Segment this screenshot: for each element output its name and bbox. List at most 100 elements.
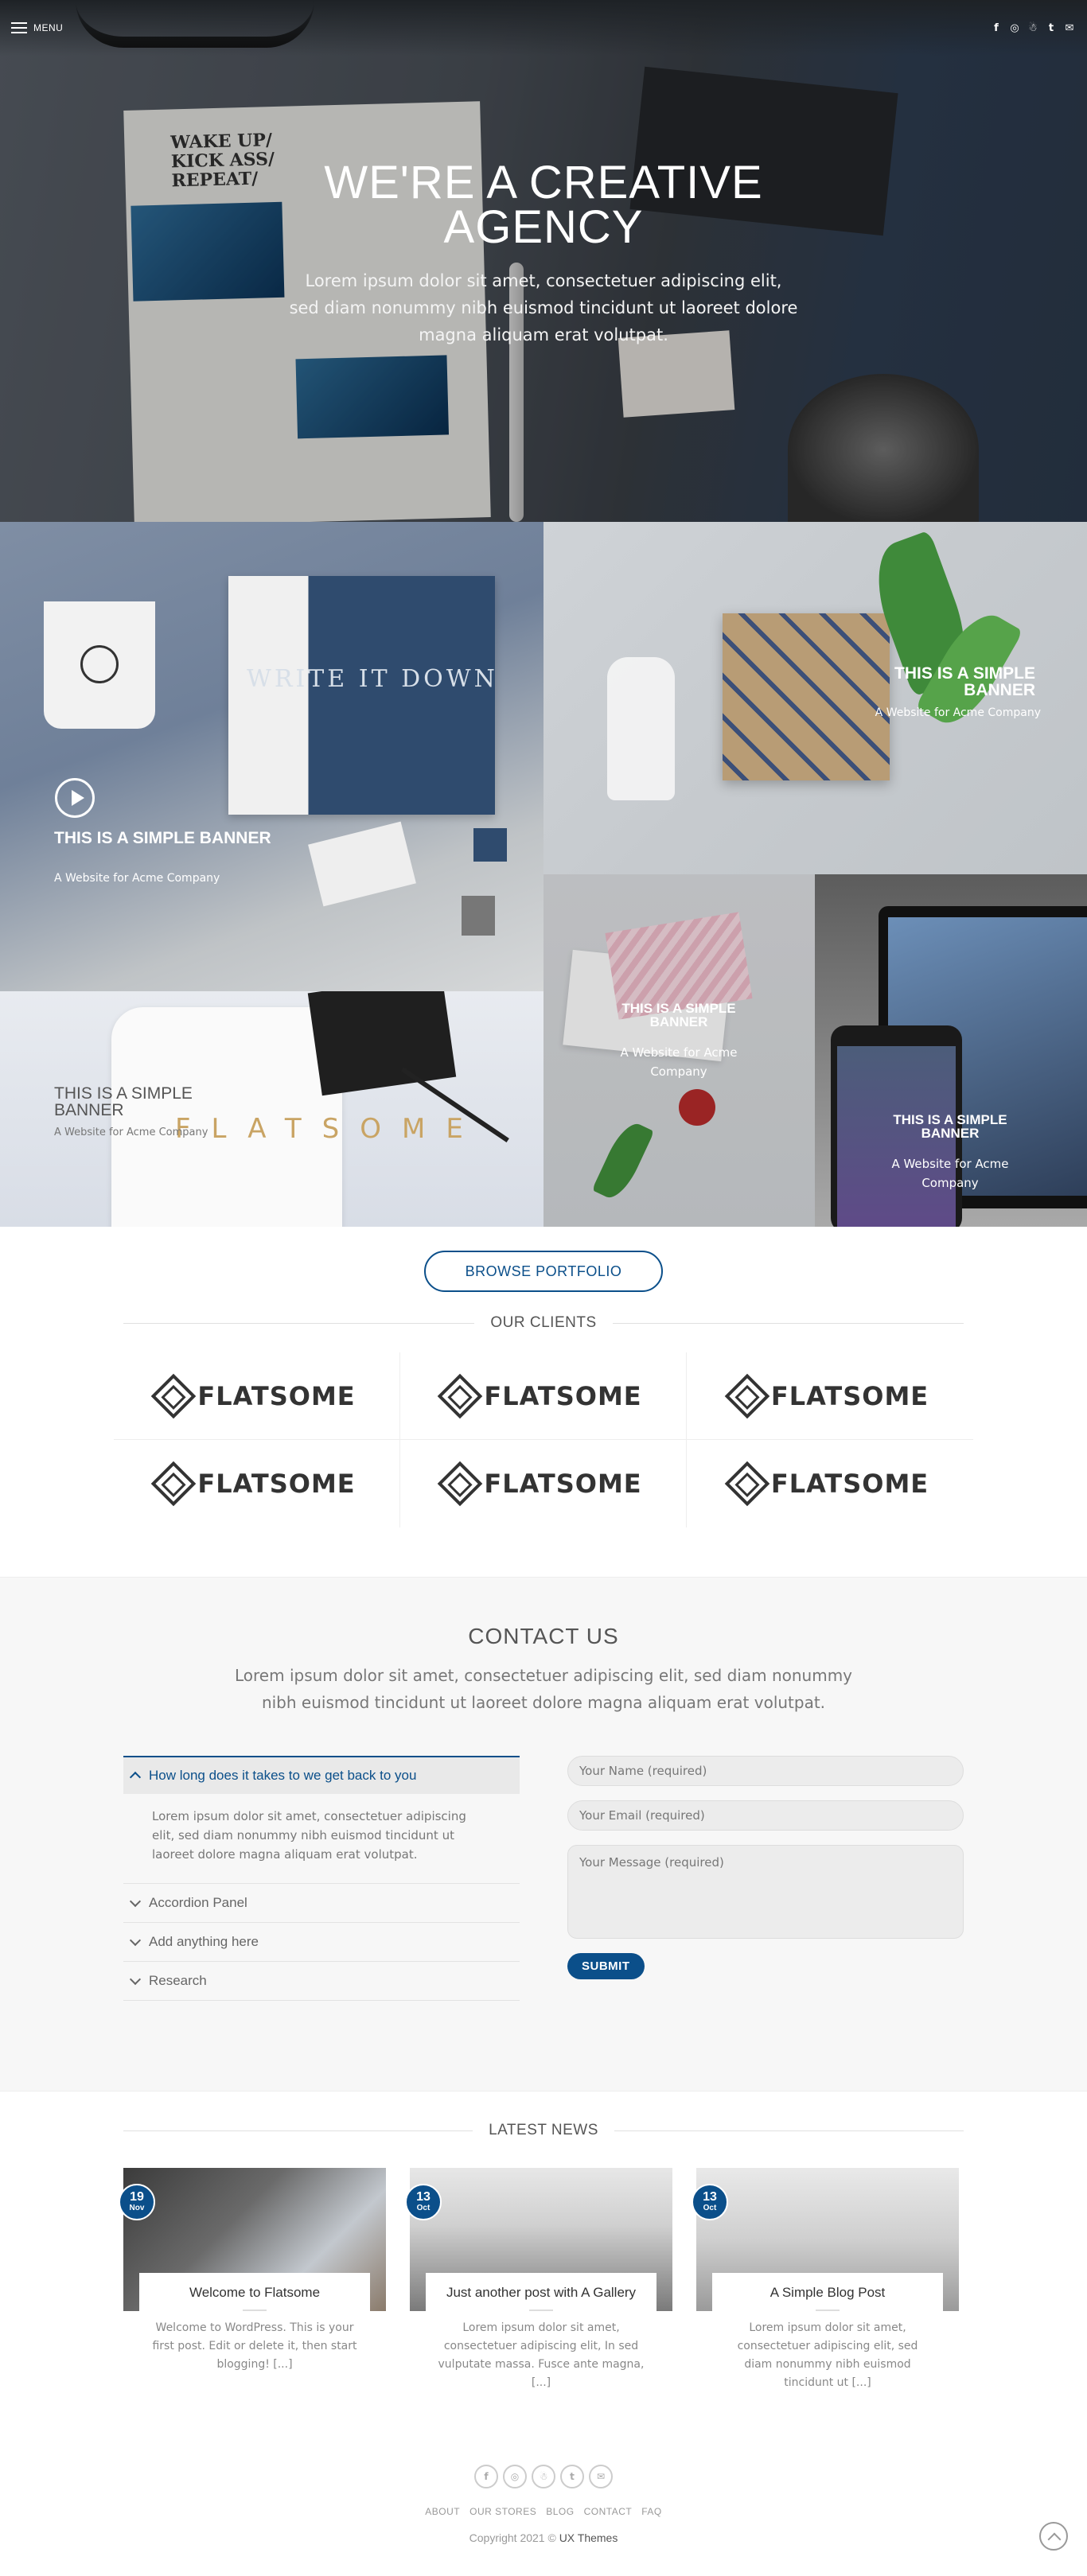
post-title[interactable]: Just another post with A Gallery — [437, 2284, 645, 2302]
news-title: LATEST NEWS — [489, 2122, 598, 2138]
submit-button[interactable]: SUBMIT — [567, 1953, 645, 1979]
footer-link-our-stores[interactable]: OUR STORES — [469, 2506, 536, 2517]
hero-title: WE'RE A CREATIVE AGENCY — [0, 160, 1087, 253]
post-excerpt: Lorem ipsum dolor sit amet, consectetuer… — [438, 2321, 645, 2389]
client-logo-grid: FLATSOME FLATSOME FLATSOME FLATSOME FLAT… — [114, 1352, 973, 1527]
client-logo[interactable]: FLATSOME — [687, 1440, 973, 1527]
play-icon[interactable] — [55, 778, 95, 818]
copyright-text: Copyright 2021 © — [469, 2531, 556, 2544]
post-box: A Simple Blog Post Lorem ipsum dolor sit… — [712, 2273, 943, 2392]
banner-subtitle: A Website for Acme Company — [620, 1045, 738, 1079]
divider — [243, 2309, 267, 2311]
footer-link-blog[interactable]: BLOG — [546, 2506, 574, 2517]
post-title[interactable]: Welcome to Flatsome — [150, 2284, 359, 2302]
post-card[interactable]: 13 Oct Just another post with A Gallery … — [405, 2168, 672, 2392]
banner-1-mug-logo — [80, 645, 119, 683]
footer-link-about[interactable]: ABOUT — [425, 2506, 460, 2517]
post-month: Nov — [129, 2204, 145, 2212]
back-to-top-icon[interactable] — [1039, 2522, 1068, 2551]
menu-label: MENU — [33, 22, 64, 33]
facebook-icon[interactable]: f — [474, 2465, 498, 2488]
client-logo[interactable]: FLATSOME — [114, 1352, 400, 1440]
banner-subtitle: A Website for Acme Company — [875, 706, 1041, 719]
email-icon[interactable]: ✉ — [589, 2465, 613, 2488]
client-logo[interactable]: FLATSOME — [400, 1440, 687, 1527]
clients-section: OUR CLIENTS FLATSOME FLATSOME FLATSOME F… — [0, 1314, 1087, 1577]
contact-form: Your Name (required) Your Email (require… — [567, 1756, 964, 2001]
post-date-badge: 13 Oct — [405, 2184, 442, 2220]
email-field[interactable]: Your Email (required) — [567, 1800, 964, 1831]
contact-section: CONTACT US Lorem ipsum dolor sit amet, c… — [0, 1577, 1087, 2091]
flatsome-logo-icon — [151, 1461, 197, 1507]
divider — [612, 1322, 964, 1324]
instagram-icon[interactable]: ◎ — [1008, 21, 1021, 34]
post-list: 19 Nov Welcome to Flatsome Welcome to Wo… — [119, 2168, 964, 2392]
footer-social-icons: f ◎ ☃ t ✉ — [0, 2441, 1087, 2488]
accordion-title: Accordion Panel — [149, 1895, 247, 1910]
post-date-badge: 13 Oct — [692, 2184, 728, 2220]
hero-section: WAKE UP/ KICK ASS/ REPEAT/ MENU f ◎ ☃ t … — [0, 0, 1087, 522]
client-logo[interactable]: FLATSOME — [114, 1440, 400, 1527]
banner-2[interactable]: THIS IS A SIMPLE BANNER A Website for Ac… — [544, 522, 1087, 874]
post-month: Oct — [416, 2204, 431, 2212]
banner-4[interactable]: THIS IS A SIMPLE BANNER A Website for Ac… — [544, 874, 815, 1227]
footer-link-faq[interactable]: FAQ — [641, 2506, 662, 2517]
top-bar: MENU f ◎ ☃ t ✉ — [0, 0, 1087, 56]
hamburger-icon — [11, 22, 27, 33]
copyright: Copyright 2021 © UX Themes — [0, 2531, 1087, 2544]
footer-link-contact[interactable]: CONTACT — [584, 2506, 633, 2517]
copyright-brand[interactable]: UX Themes — [559, 2531, 618, 2544]
banner-1-book — [228, 576, 495, 815]
post-card[interactable]: 13 Oct A Simple Blog Post Lorem ipsum do… — [692, 2168, 959, 2392]
client-logo-text: FLATSOME — [770, 1469, 929, 1499]
post-day: 19 — [130, 2190, 144, 2204]
banner-5[interactable]: THIS IS A SIMPLE BANNER A Website for Ac… — [815, 874, 1087, 1227]
hero-title-line2: AGENCY — [443, 201, 644, 253]
post-date-badge: 19 Nov — [119, 2184, 155, 2220]
flatsome-logo-icon — [724, 1373, 770, 1418]
divider — [529, 2309, 553, 2311]
twitter-icon[interactable]: t — [1045, 21, 1058, 34]
client-logo[interactable]: FLATSOME — [400, 1352, 687, 1440]
facebook-icon[interactable]: f — [990, 21, 1003, 34]
client-logo-text: FLATSOME — [484, 1380, 642, 1411]
banner-subtitle: A Website for Acme Company — [54, 1127, 208, 1138]
accordion-header[interactable]: Add anything here — [123, 1923, 520, 1961]
snapchat-icon[interactable]: ☃ — [532, 2465, 555, 2488]
accordion-body: Lorem ipsum dolor sit amet, consectetuer… — [152, 1809, 466, 1862]
twitter-icon[interactable]: t — [560, 2465, 584, 2488]
client-logo-text: FLATSOME — [197, 1469, 356, 1499]
client-logo-text: FLATSOME — [770, 1380, 929, 1411]
contact-lead: Lorem ipsum dolor sit amet, consectetuer… — [234, 1666, 853, 1712]
name-field[interactable]: Your Name (required) — [567, 1756, 964, 1786]
email-icon[interactable]: ✉ — [1063, 21, 1076, 34]
accordion-header[interactable]: Accordion Panel — [123, 1884, 520, 1922]
flatsome-logo-icon — [438, 1461, 483, 1507]
browse-portfolio-button[interactable]: BROWSE PORTFOLIO — [424, 1251, 663, 1292]
header-social-icons: f ◎ ☃ t ✉ — [990, 21, 1076, 34]
accordion: How long does it takes to we get back to… — [123, 1756, 520, 2001]
menu-button[interactable]: MENU — [11, 22, 63, 33]
post-excerpt: Welcome to WordPress. This is your first… — [152, 2321, 357, 2371]
post-card[interactable]: 19 Nov Welcome to Flatsome Welcome to Wo… — [119, 2168, 386, 2392]
instagram-icon[interactable]: ◎ — [503, 2465, 527, 2488]
flatsome-logo-icon — [151, 1373, 197, 1418]
post-excerpt: Lorem ipsum dolor sit amet, consectetuer… — [737, 2321, 918, 2389]
message-field[interactable]: Your Message (required) — [567, 1845, 964, 1939]
accordion-item: Research — [123, 1962, 520, 2001]
banner-3[interactable]: FLATSOME THIS IS A SIMPLE BANNER A Websi… — [0, 991, 544, 1227]
accordion-header[interactable]: How long does it takes to we get back to… — [123, 1756, 520, 1794]
client-logo[interactable]: FLATSOME — [687, 1352, 973, 1440]
divider — [123, 1322, 475, 1324]
post-day: 13 — [703, 2190, 717, 2204]
news-section: LATEST NEWS 19 Nov Welcome to Flatsome W… — [0, 2091, 1087, 2441]
divider — [123, 2130, 473, 2131]
banner-1[interactable]: WRITE IT DOWN THIS IS A SIMPLE BANNER A … — [0, 522, 544, 991]
snapchat-icon[interactable]: ☃ — [1027, 21, 1039, 34]
flatsome-logo-icon — [438, 1373, 483, 1418]
client-logo-text: FLATSOME — [197, 1380, 356, 1411]
accordion-header[interactable]: Research — [123, 1962, 520, 2000]
divider — [816, 2309, 840, 2311]
post-title[interactable]: A Simple Blog Post — [723, 2284, 932, 2302]
post-box: Welcome to Flatsome Welcome to WordPress… — [139, 2273, 370, 2374]
